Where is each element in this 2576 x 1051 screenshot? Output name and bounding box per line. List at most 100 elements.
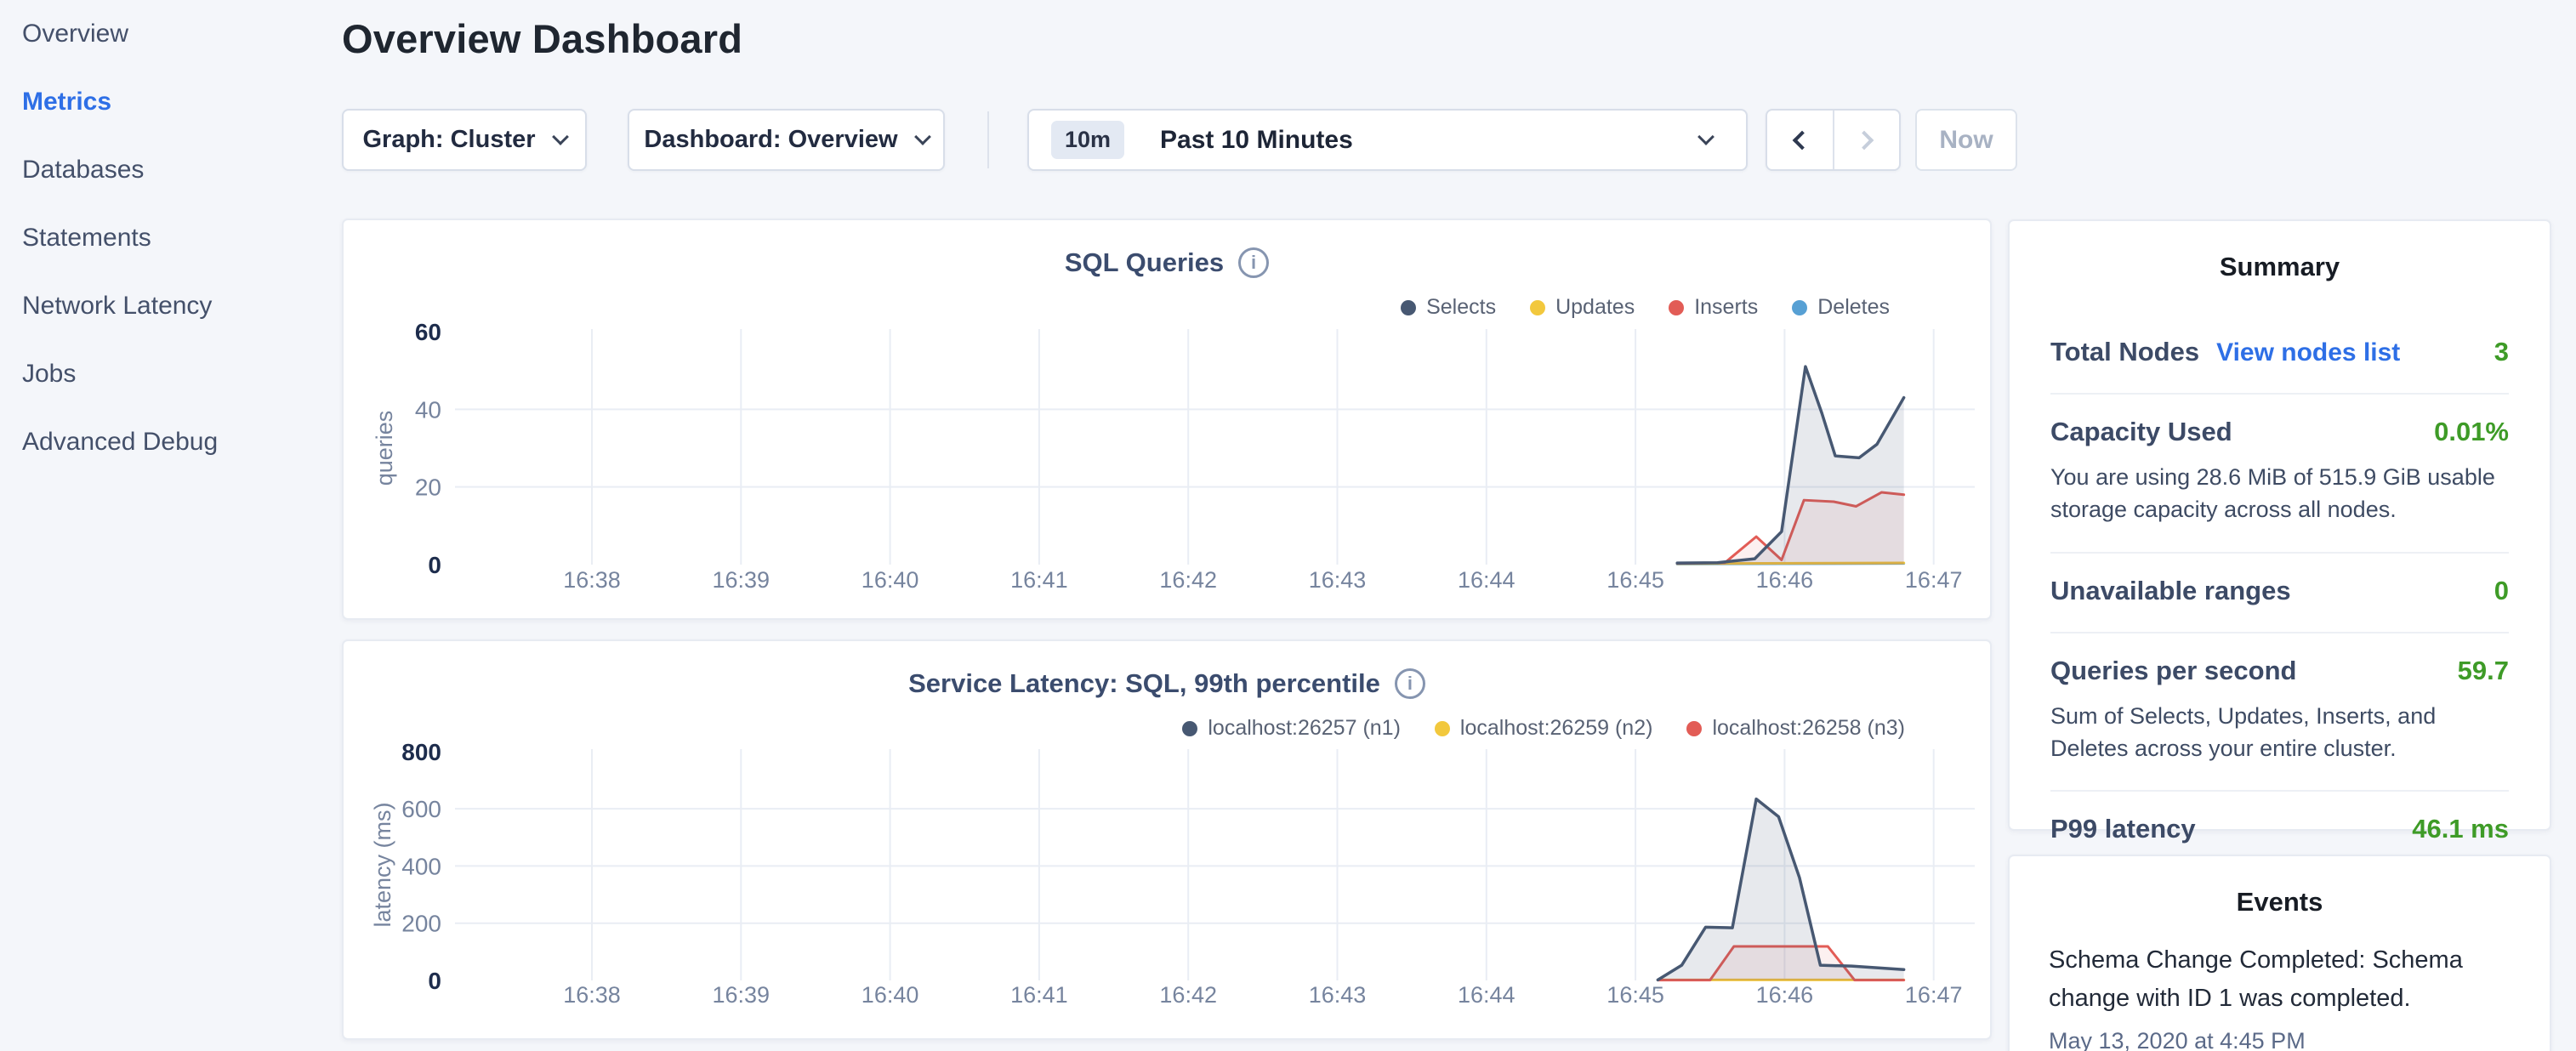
legend-item: Deletes — [1792, 295, 1890, 320]
svg-text:16:42: 16:42 — [1159, 982, 1217, 1008]
svg-text:16:43: 16:43 — [1309, 567, 1367, 593]
svg-text:0: 0 — [428, 968, 441, 994]
info-icon[interactable]: i — [1238, 247, 1269, 278]
view-nodes-link[interactable]: View nodes list — [2216, 338, 2400, 367]
legend-dot-icon — [1435, 721, 1450, 736]
legend-label: Updates — [1555, 295, 1635, 320]
svg-text:16:41: 16:41 — [1010, 982, 1068, 1008]
summary-row-label: Total Nodes — [2050, 337, 2199, 367]
legend-item: Inserts — [1669, 295, 1758, 320]
legend-dot-icon — [1401, 300, 1416, 315]
sql-queries-chart: 16:3816:3916:4016:4116:4216:4316:4416:45… — [344, 220, 1990, 618]
svg-text:16:41: 16:41 — [1010, 567, 1068, 593]
graph-dropdown-label: Graph: Cluster — [362, 126, 535, 154]
sidebar-item-advanced-debug[interactable]: Advanced Debug — [0, 408, 323, 476]
sidebar-item-network-latency[interactable]: Network Latency — [0, 272, 323, 340]
legend-dot-icon — [1792, 300, 1807, 315]
summary-panel: Summary Total NodesView nodes list3Capac… — [2008, 219, 2551, 831]
legend-item: Updates — [1530, 295, 1635, 320]
summary-row-label: Queries per second — [2050, 656, 2296, 686]
svg-text:latency (ms): latency (ms) — [370, 802, 395, 927]
summary-row: Capacity Used 0.01% You are using 28.6 MiB… — [2050, 395, 2509, 554]
chevron-left-icon — [1793, 130, 1812, 150]
svg-text:16:46: 16:46 — [1756, 982, 1814, 1008]
events-list: Schema Change Completed: Schema change w… — [2049, 941, 2511, 1051]
summary-row-label: Capacity Used — [2050, 417, 2232, 447]
svg-text:16:38: 16:38 — [563, 982, 621, 1008]
chevron-right-icon — [1854, 130, 1874, 150]
summary-row: Unavailable ranges0 — [2050, 554, 2509, 633]
events-panel: Events Schema Change Completed: Schema c… — [2008, 855, 2551, 1051]
summary-row-value: 3 — [2494, 337, 2509, 367]
events-title: Events — [2010, 887, 2550, 917]
legend-dot-icon — [1182, 721, 1197, 736]
sidebar-item-statements[interactable]: Statements — [0, 204, 323, 272]
page: OverviewMetricsDatabasesStatementsNetwor… — [0, 0, 2576, 1051]
svg-text:0: 0 — [428, 552, 441, 578]
svg-text:400: 400 — [401, 853, 441, 879]
summary-row: Total Nodes View nodes list 3 — [2050, 315, 2509, 395]
svg-text:16:42: 16:42 — [1159, 567, 1217, 593]
legend-item: localhost:26259 (n2) — [1435, 716, 1653, 741]
svg-text:800: 800 — [401, 739, 441, 765]
chart-legend: Selects Updates Inserts Deletes — [1401, 295, 1890, 320]
sidebar-item-metrics[interactable]: Metrics — [0, 68, 323, 136]
summary-row-description: You are using 28.6 MiB of 515.9 GiB usab… — [2050, 461, 2509, 526]
summary-row-value: 0 — [2494, 576, 2509, 606]
svg-text:16:47: 16:47 — [1905, 982, 1963, 1008]
svg-text:16:44: 16:44 — [1458, 982, 1515, 1008]
sidebar-item-databases[interactable]: Databases — [0, 136, 323, 204]
time-range-badge: 10m — [1051, 121, 1124, 159]
svg-text:16:45: 16:45 — [1606, 567, 1664, 593]
summary-row-value: 46.1 ms — [2412, 814, 2509, 844]
sql-queries-chart-card: SQL Queries i Selects Updates Inserts Delet… — [342, 219, 1992, 620]
legend-dot-icon — [1530, 300, 1545, 315]
svg-text:queries: queries — [372, 411, 397, 486]
legend-label: Inserts — [1694, 295, 1758, 320]
sidebar-item-jobs[interactable]: Jobs — [0, 340, 323, 408]
legend-dot-icon — [1669, 300, 1684, 315]
svg-text:200: 200 — [401, 911, 441, 937]
sidebar: OverviewMetricsDatabasesStatementsNetwor… — [0, 0, 323, 476]
time-forward-button[interactable] — [1833, 111, 1900, 169]
service-latency-chart: 16:38 16:39 16:40 16:41 16:42 16:43 16:44 16:45… — [344, 641, 1990, 1038]
chevron-down-icon — [914, 128, 931, 145]
chevron-down-icon — [1697, 128, 1714, 145]
now-button[interactable]: Now — [1915, 109, 2017, 171]
svg-text:60: 60 — [415, 319, 441, 345]
time-back-button[interactable] — [1767, 111, 1833, 169]
legend-label: localhost:26258 (n3) — [1712, 716, 1905, 741]
sidebar-item-overview[interactable]: Overview — [0, 0, 323, 68]
time-pager — [1766, 109, 1901, 171]
svg-text:600: 600 — [401, 796, 441, 822]
legend-label: Selects — [1426, 295, 1496, 320]
info-icon[interactable]: i — [1395, 668, 1425, 699]
page-title: Overview Dashboard — [342, 15, 742, 62]
svg-text:16:40: 16:40 — [862, 982, 919, 1008]
time-range-label: Past 10 Minutes — [1160, 126, 1353, 155]
summary-row: Queries per second59.7Sum of Selects, Up… — [2050, 633, 2509, 793]
summary-rows: Total Nodes View nodes list 3 Capacity Used… — [2050, 315, 2509, 870]
svg-text:16:40: 16:40 — [862, 567, 919, 593]
chart-legend: localhost:26257 (n1)localhost:26259 (n2)… — [1182, 716, 1905, 741]
chart-title: Service Latency: SQL, 99th percentile — [908, 668, 1380, 699]
svg-text:16:38: 16:38 — [563, 567, 621, 593]
dashboard-dropdown[interactable]: Dashboard: Overview — [628, 109, 945, 171]
event-message: Schema Change Completed: Schema change w… — [2049, 941, 2511, 1018]
legend-item: localhost:26258 (n3) — [1686, 716, 1905, 741]
svg-text:16:43: 16:43 — [1309, 982, 1367, 1008]
chart-title: SQL Queries — [1065, 247, 1224, 278]
svg-text:20: 20 — [415, 474, 441, 501]
summary-row-value: 0.01% — [2434, 417, 2509, 447]
legend-label: localhost:26259 (n2) — [1460, 716, 1653, 741]
graph-dropdown[interactable]: Graph: Cluster — [342, 109, 587, 171]
svg-text:16:47: 16:47 — [1905, 567, 1963, 593]
svg-text:40: 40 — [415, 396, 441, 423]
svg-text:16:44: 16:44 — [1458, 567, 1515, 593]
time-range-selector[interactable]: 10m Past 10 Minutes — [1027, 109, 1748, 171]
summary-row-value: 59.7 — [2458, 656, 2509, 686]
svg-text:16:39: 16:39 — [713, 982, 771, 1008]
legend-label: Deletes — [1817, 295, 1890, 320]
dashboard-dropdown-label: Dashboard: Overview — [644, 126, 897, 154]
svg-text:16:45: 16:45 — [1606, 982, 1664, 1008]
